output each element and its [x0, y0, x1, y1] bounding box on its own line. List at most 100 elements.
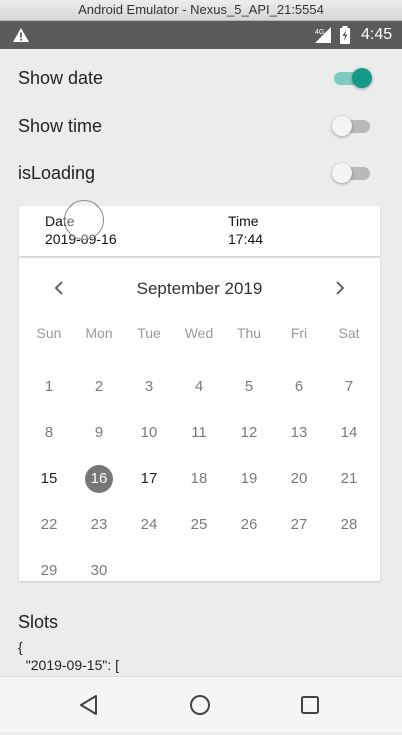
time-value: 17:44 [228, 231, 264, 247]
warning-icon [12, 27, 30, 48]
previous-month-button[interactable] [47, 276, 71, 300]
calendar-day[interactable]: 30 [74, 548, 124, 594]
calendar-day-number: 23 [90, 516, 108, 533]
switch-thumb [332, 163, 352, 183]
calendar-day[interactable]: 29 [24, 548, 74, 594]
slots-json: { "2019-09-15": [ [18, 639, 120, 673]
show-time-switch[interactable] [332, 116, 370, 136]
weekday-header: Mon [85, 325, 113, 341]
calendar-day[interactable]: 24 [124, 502, 174, 548]
calendar-day[interactable]: 22 [24, 502, 74, 548]
calendar-day[interactable]: 18 [174, 456, 224, 502]
calendar-day[interactable]: 6 [274, 364, 324, 410]
calendar-day[interactable]: 26 [224, 502, 274, 548]
calendar-day[interactable]: 5 [224, 364, 274, 410]
calendar-day-number: 26 [240, 516, 258, 533]
touch-indicator [64, 200, 104, 240]
calendar-day[interactable]: 12 [224, 410, 274, 456]
chevron-left-icon [54, 281, 63, 295]
back-triangle-icon [80, 695, 97, 715]
month-title: September 2019 [136, 279, 263, 298]
time-field[interactable]: Time 17:44 [228, 212, 263, 248]
calendar-day[interactable]: 1 [24, 364, 74, 410]
weekday-header: Thu [236, 325, 262, 341]
calendar-day-number: 20 [290, 470, 308, 487]
calendar-day-number: 24 [140, 516, 158, 533]
home-circle-icon [190, 695, 210, 715]
calendar-day-number: 15 [40, 470, 58, 487]
calendar-day-selected[interactable]: 16 [74, 456, 124, 502]
window-title: Android Emulator - Nexus_5_API_21:5554 [78, 2, 324, 17]
show-time-label: Show time [18, 116, 103, 136]
weekday-header: Sat [338, 325, 360, 341]
calendar-day-number: 16 [85, 465, 113, 493]
show-date-switch[interactable] [334, 68, 372, 88]
next-month-button[interactable] [328, 276, 352, 300]
calendar-day[interactable]: 2 [74, 364, 124, 410]
cellular-signal-icon: 4G [312, 26, 332, 49]
battery-icon [339, 26, 351, 49]
calendar-day-number: 17 [140, 470, 158, 487]
emulator-title-bar: Android Emulator - Nexus_5_API_21:5554 [0, 0, 402, 21]
calendar-day[interactable]: 14 [324, 410, 374, 456]
switch-thumb [332, 116, 352, 136]
show-date-label: Show date [18, 68, 104, 88]
slots-title: Slots [18, 612, 59, 632]
back-button[interactable] [77, 693, 101, 717]
weekday-header: Fri [290, 325, 308, 341]
calendar-day-number: 22 [40, 516, 58, 533]
home-button[interactable] [188, 693, 212, 717]
calendar-day[interactable]: 20 [274, 456, 324, 502]
weekday-header: Tue [137, 325, 161, 341]
calendar-day[interactable]: 17 [124, 456, 174, 502]
calendar-day-number: 21 [340, 470, 358, 487]
calendar-day[interactable]: 10 [124, 410, 174, 456]
calendar-day-number: 9 [94, 424, 104, 441]
is-loading-switch[interactable] [332, 163, 370, 183]
calendar-day[interactable]: 19 [224, 456, 274, 502]
calendar-day-number: 3 [144, 378, 154, 395]
calendar-day[interactable]: 13 [274, 410, 324, 456]
calendar-day[interactable]: 25 [174, 502, 224, 548]
calendar-day-number: 2 [94, 378, 104, 395]
calendar-day-number: 5 [244, 378, 254, 395]
calendar-day-number: 14 [340, 424, 358, 441]
calendar-day[interactable]: 8 [24, 410, 74, 456]
calendar-day-number: 29 [40, 562, 58, 579]
svg-text:4G: 4G [315, 29, 324, 36]
calendar-day[interactable]: 4 [174, 364, 224, 410]
calendar-day[interactable]: 3 [124, 364, 174, 410]
calendar-day-number: 1 [44, 378, 54, 395]
calendar-day[interactable]: 27 [274, 502, 324, 548]
toggle-row-show-time: Show time [18, 106, 380, 146]
android-nav-bar [0, 676, 402, 732]
calendar-day-number: 7 [344, 378, 354, 395]
weekday-header: Sun [36, 325, 62, 341]
calendar-day[interactable]: 11 [174, 410, 224, 456]
weekday-header: Wed [184, 325, 214, 341]
calendar-grid: Sun Mon Tue Wed Thu Fri Sat 1 2 3 4 5 6 7 8 9 10 11 12 13 14… [24, 318, 375, 594]
calendar-day-number: 27 [290, 516, 308, 533]
toggle-row-is-loading: isLoading [18, 153, 380, 193]
calendar-day[interactable]: 28 [324, 502, 374, 548]
chevron-right-icon [336, 281, 345, 295]
calendar-day-number: 4 [194, 378, 204, 395]
calendar: September 2019 Sun Mon Tue Wed Thu Fri Sat 1 2 3 4… [19, 258, 380, 581]
calendar-day[interactable]: 23 [74, 502, 124, 548]
calendar-day[interactable]: 9 [74, 410, 124, 456]
time-label: Time [228, 213, 259, 229]
calendar-day-number: 28 [340, 516, 358, 533]
calendar-day-number: 6 [294, 378, 304, 395]
recents-button[interactable] [298, 693, 322, 717]
toggle-row-show-date: Show date [18, 58, 380, 98]
calendar-day[interactable]: 7 [324, 364, 374, 410]
calendar-day[interactable]: 15 [24, 456, 74, 502]
calendar-day[interactable]: 21 [324, 456, 374, 502]
calendar-day-number: 8 [44, 424, 54, 441]
switch-thumb [352, 68, 372, 88]
calendar-day-number: 25 [190, 516, 208, 533]
calendar-day-number: 12 [240, 424, 258, 441]
calendar-day-number: 30 [90, 562, 108, 579]
android-status-bar: 4G 4:45 [0, 21, 402, 49]
calendar-day-number: 13 [290, 424, 308, 441]
